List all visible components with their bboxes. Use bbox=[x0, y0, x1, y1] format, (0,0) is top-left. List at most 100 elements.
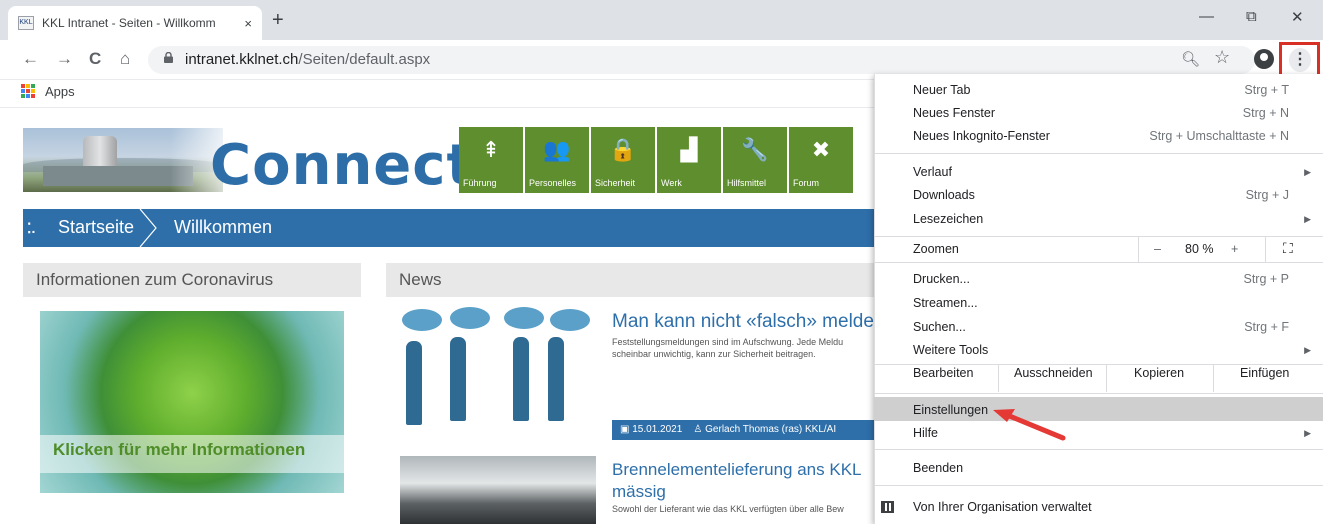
zoom-icon[interactable]: 🔍︎ bbox=[1181, 50, 1200, 68]
menu-label: Lesezeichen bbox=[913, 212, 984, 226]
breadcrumb-home[interactable]: Startseite bbox=[58, 217, 134, 238]
home-button[interactable]: ⌂ bbox=[120, 49, 130, 69]
zoom-out-button[interactable]: – bbox=[1154, 242, 1161, 256]
corona-panel-header: Informationen zum Coronavirus bbox=[23, 263, 361, 297]
site-logo[interactable]: Connect bbox=[210, 133, 474, 198]
url-path: /Seiten/default.aspx bbox=[298, 51, 431, 68]
zoom-in-button[interactable]: + bbox=[1231, 242, 1238, 256]
menu-separator bbox=[874, 393, 1323, 394]
menu-label: Hilfe bbox=[913, 426, 939, 440]
tile-sicherheit[interactable]: 🔒 Sicherheit bbox=[591, 127, 655, 193]
favicon-icon: KKL bbox=[18, 16, 34, 30]
menu-shortcut: Strg + F bbox=[1244, 320, 1289, 334]
tile-fuehrung[interactable]: ⇞ Führung bbox=[459, 127, 523, 193]
minimize-button[interactable]: — bbox=[1199, 8, 1214, 25]
menu-shortcut: Strg + N bbox=[1242, 106, 1289, 120]
zoom-divider bbox=[1265, 236, 1266, 262]
tile-label: Personelles bbox=[529, 178, 577, 188]
menu-label: Einstellungen bbox=[913, 403, 989, 417]
calendar-icon: ▣ bbox=[620, 424, 633, 435]
breadcrumb-current: Willkommen bbox=[174, 217, 273, 237]
menu-label: Von Ihrer Organisation verwaltet bbox=[913, 500, 1092, 514]
forum-icon: ✖ bbox=[811, 137, 831, 162]
corona-banner-link[interactable]: Klicken für mehr Informationen bbox=[53, 440, 305, 460]
back-button[interactable]: ← bbox=[22, 49, 39, 69]
menu-label: Zoomen bbox=[913, 242, 959, 256]
menu-label: Suchen... bbox=[913, 320, 966, 334]
breadcrumb-chevron-icon bbox=[139, 209, 157, 247]
news-image-1[interactable] bbox=[400, 307, 596, 425]
profile-icon[interactable] bbox=[1254, 49, 1274, 69]
zoom-value: 80 % bbox=[1185, 242, 1214, 256]
apps-grid-icon[interactable] bbox=[21, 84, 35, 98]
tile-label: Sicherheit bbox=[595, 178, 636, 188]
submenu-arrow-icon: ▶ bbox=[1304, 345, 1311, 355]
edit-divider bbox=[1106, 364, 1107, 392]
cut-button[interactable]: Ausschneiden bbox=[1014, 366, 1093, 380]
submenu-arrow-icon: ▶ bbox=[1304, 214, 1311, 224]
menu-label: Neues Fenster bbox=[913, 106, 995, 120]
forward-button[interactable]: → bbox=[56, 49, 73, 69]
news-title-1[interactable]: Man kann nicht «falsch» melden bbox=[612, 311, 885, 333]
signpost-icon: ⇞ bbox=[481, 137, 501, 162]
paste-button[interactable]: Einfügen bbox=[1240, 366, 1289, 380]
news-author: Gerlach Thomas (ras) KKL/AI bbox=[705, 424, 837, 435]
menu-label: Drucken... bbox=[913, 272, 970, 286]
apps-link[interactable]: Apps bbox=[45, 84, 75, 99]
new-tab-button[interactable]: + bbox=[272, 9, 284, 32]
menu-separator bbox=[874, 236, 1323, 237]
menu-separator bbox=[874, 153, 1323, 154]
tile-werk[interactable]: ▟ Werk bbox=[657, 127, 721, 193]
reload-button[interactable]: C bbox=[89, 49, 101, 69]
menu-shortcut: Strg + T bbox=[1244, 83, 1289, 97]
menu-label: Verlauf bbox=[913, 165, 952, 179]
news-image-2[interactable] bbox=[400, 456, 596, 524]
menu-separator bbox=[874, 364, 1323, 365]
tile-label: Führung bbox=[463, 178, 497, 188]
url-host: intranet.kklnet.ch bbox=[185, 51, 299, 68]
tile-personelles[interactable]: 👥 Personelles bbox=[525, 127, 589, 193]
tile-label: Werk bbox=[661, 178, 682, 188]
tile-label: Hilfsmittel bbox=[727, 178, 767, 188]
copy-button[interactable]: Kopieren bbox=[1134, 366, 1184, 380]
person-icon: ♙ bbox=[685, 424, 706, 435]
edit-divider bbox=[1213, 364, 1214, 392]
menu-label: Streamen... bbox=[913, 296, 978, 310]
menu-label: Neues Inkognito-Fenster bbox=[913, 129, 1050, 143]
nav-tiles: ⇞ Führung 👥 Personelles 🔒 Sicherheit ▟ Werk … bbox=[459, 127, 853, 193]
tile-label: Forum bbox=[793, 178, 820, 188]
menu-separator bbox=[874, 262, 1323, 263]
zoom-divider bbox=[1138, 236, 1139, 262]
menu-shortcut: Strg + P bbox=[1243, 272, 1289, 286]
tile-hilfsmittel[interactable]: 🔧 Hilfsmittel bbox=[723, 127, 787, 193]
tile-forum[interactable]: ✖ Forum bbox=[789, 127, 853, 193]
url-text[interactable]: intranet.kklnet.ch/Seiten/default.aspx bbox=[185, 51, 430, 68]
news-teaser-1: Feststellungsmeldungen sind im Aufschwun… bbox=[612, 337, 844, 359]
tab-title: KKL Intranet - Seiten - Willkomm bbox=[42, 16, 216, 30]
lock-icon[interactable] bbox=[164, 52, 173, 63]
news-title-2-line2: mässig bbox=[612, 482, 666, 501]
wrench-icon: 🔧 bbox=[741, 137, 769, 162]
submenu-arrow-icon: ▶ bbox=[1304, 167, 1311, 177]
news-meta-1: ▣ 15.01.2021 ♙ Gerlach Thomas (ras) KKL/… bbox=[612, 420, 878, 440]
menu-label: Neuer Tab bbox=[913, 83, 971, 97]
restore-button[interactable]: ⧉ bbox=[1246, 8, 1257, 25]
edit-divider bbox=[998, 364, 999, 392]
close-window-button[interactable]: ✕ bbox=[1291, 8, 1304, 26]
menu-label: Beenden bbox=[913, 461, 964, 475]
star-icon[interactable]: ☆ bbox=[1214, 47, 1230, 68]
breadcrumb-icon: ⁚. bbox=[27, 220, 36, 236]
news-teaser-2: Sowohl der Lieferant wie das KKL verfügt… bbox=[612, 504, 844, 514]
annotation-arrow-icon bbox=[993, 409, 1066, 441]
building-icon bbox=[881, 501, 894, 513]
corona-image[interactable] bbox=[40, 311, 344, 493]
news-title-2[interactable]: Brennelementelieferung ans KKL mässig bbox=[612, 459, 862, 503]
submenu-arrow-icon: ▶ bbox=[1304, 428, 1311, 438]
browser-tab[interactable]: KKL KKL Intranet - Seiten - Willkomm × bbox=[8, 6, 262, 40]
menu-label: Weitere Tools bbox=[913, 343, 989, 357]
tab-close-icon[interactable]: × bbox=[244, 16, 252, 31]
fullscreen-icon[interactable]: ⛶ bbox=[1283, 240, 1293, 257]
factory-icon: ▟ bbox=[680, 137, 698, 162]
news-date: 15.01.2021 bbox=[632, 424, 683, 435]
kebab-menu-icon[interactable]: ⋮ bbox=[1289, 48, 1311, 72]
